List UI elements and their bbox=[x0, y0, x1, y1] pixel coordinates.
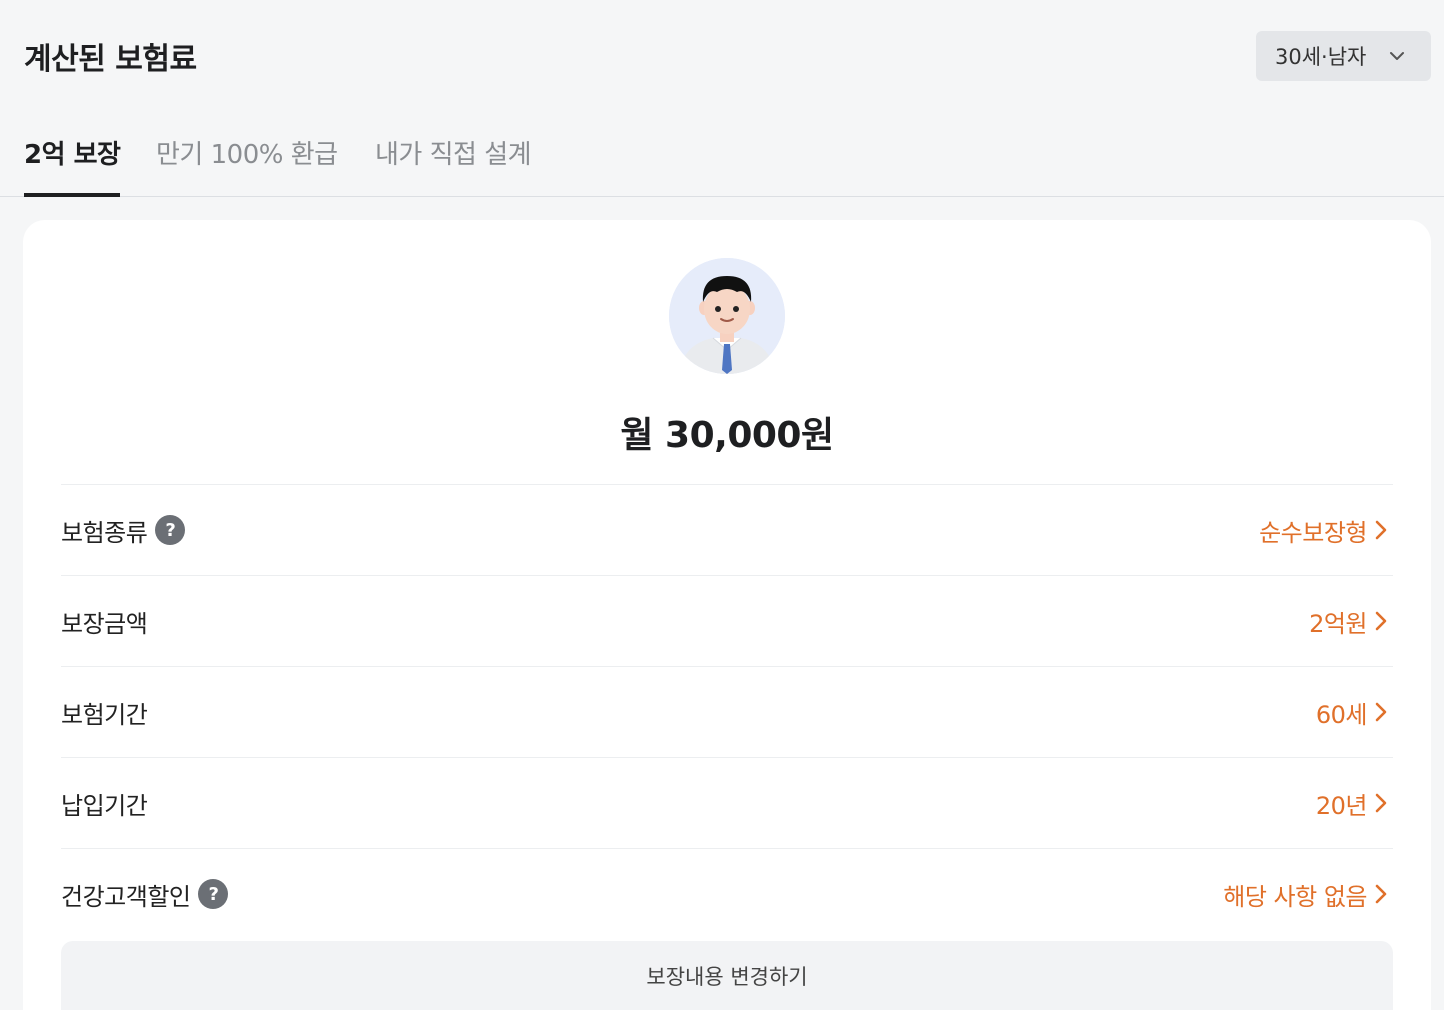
coverage-details: 보험종류 ? 순수보장형 보장금액 2억원 보험기간 60세 납입기간 20년 … bbox=[61, 484, 1393, 939]
insurance-type-label: 보험종류 bbox=[61, 518, 148, 547]
insurance-period-text: 60세 bbox=[1315, 700, 1368, 729]
coverage-amount-text: 2억원 bbox=[1309, 609, 1367, 638]
health-discount-text: 해당 사항 없음 bbox=[1223, 882, 1367, 911]
tab-full-refund[interactable]: 만기 100% 환급 bbox=[156, 134, 338, 196]
payment-period-text: 20년 bbox=[1315, 791, 1368, 820]
age-gender-select[interactable]: 30세·남자 bbox=[1256, 31, 1431, 81]
chevron-down-icon bbox=[1390, 52, 1404, 60]
row-insurance-type: 보험종류 ? 순수보장형 bbox=[61, 484, 1393, 575]
help-icon[interactable]: ? bbox=[155, 515, 186, 545]
tab-custom-design[interactable]: 내가 직접 설계 bbox=[375, 134, 532, 196]
coverage-amount-value[interactable]: 2억원 bbox=[1309, 604, 1393, 639]
premium-card: 월 30,000원 보험종류 ? 순수보장형 보장금액 2억원 보험기간 60세… bbox=[23, 220, 1431, 1010]
row-payment-period: 납입기간 20년 bbox=[61, 757, 1393, 848]
chevron-right-icon bbox=[1375, 702, 1387, 722]
chevron-right-icon bbox=[1375, 611, 1387, 631]
tab-200m-coverage[interactable]: 2억 보장 bbox=[24, 134, 121, 197]
header: 계산된 보험료 30세·남자 bbox=[0, 0, 1444, 110]
change-coverage-button[interactable]: 보장내용 변경하기 bbox=[61, 941, 1393, 1010]
man-avatar-illustration bbox=[669, 258, 785, 374]
tab-bar: 2억 보장 만기 100% 환급 내가 직접 설계 bbox=[0, 110, 1444, 197]
insurance-type-value[interactable]: 순수보장형 bbox=[1259, 513, 1393, 548]
health-discount-label: 건강고객할인 bbox=[61, 882, 191, 911]
coverage-amount-label: 보장금액 bbox=[61, 609, 148, 638]
chevron-right-icon bbox=[1375, 884, 1387, 904]
insurance-period-value[interactable]: 60세 bbox=[1316, 695, 1393, 730]
age-gender-value: 30세·남자 bbox=[1275, 45, 1367, 69]
page-title: 계산된 보험료 bbox=[24, 42, 197, 77]
row-coverage-amount: 보장금액 2억원 bbox=[61, 575, 1393, 666]
chevron-right-icon bbox=[1375, 793, 1387, 813]
payment-period-value[interactable]: 20년 bbox=[1316, 786, 1393, 821]
monthly-premium: 월 30,000원 bbox=[620, 415, 834, 456]
row-insurance-period: 보험기간 60세 bbox=[61, 666, 1393, 757]
chevron-right-icon bbox=[1375, 520, 1387, 540]
man-avatar bbox=[669, 258, 785, 374]
payment-period-label: 납입기간 bbox=[61, 791, 148, 820]
health-discount-value[interactable]: 해당 사항 없음 bbox=[1223, 877, 1393, 912]
insurance-type-text: 순수보장형 bbox=[1259, 518, 1367, 547]
insurance-period-label: 보험기간 bbox=[61, 700, 148, 729]
help-icon[interactable]: ? bbox=[198, 879, 229, 909]
row-health-discount: 건강고객할인 ? 해당 사항 없음 bbox=[61, 848, 1393, 939]
